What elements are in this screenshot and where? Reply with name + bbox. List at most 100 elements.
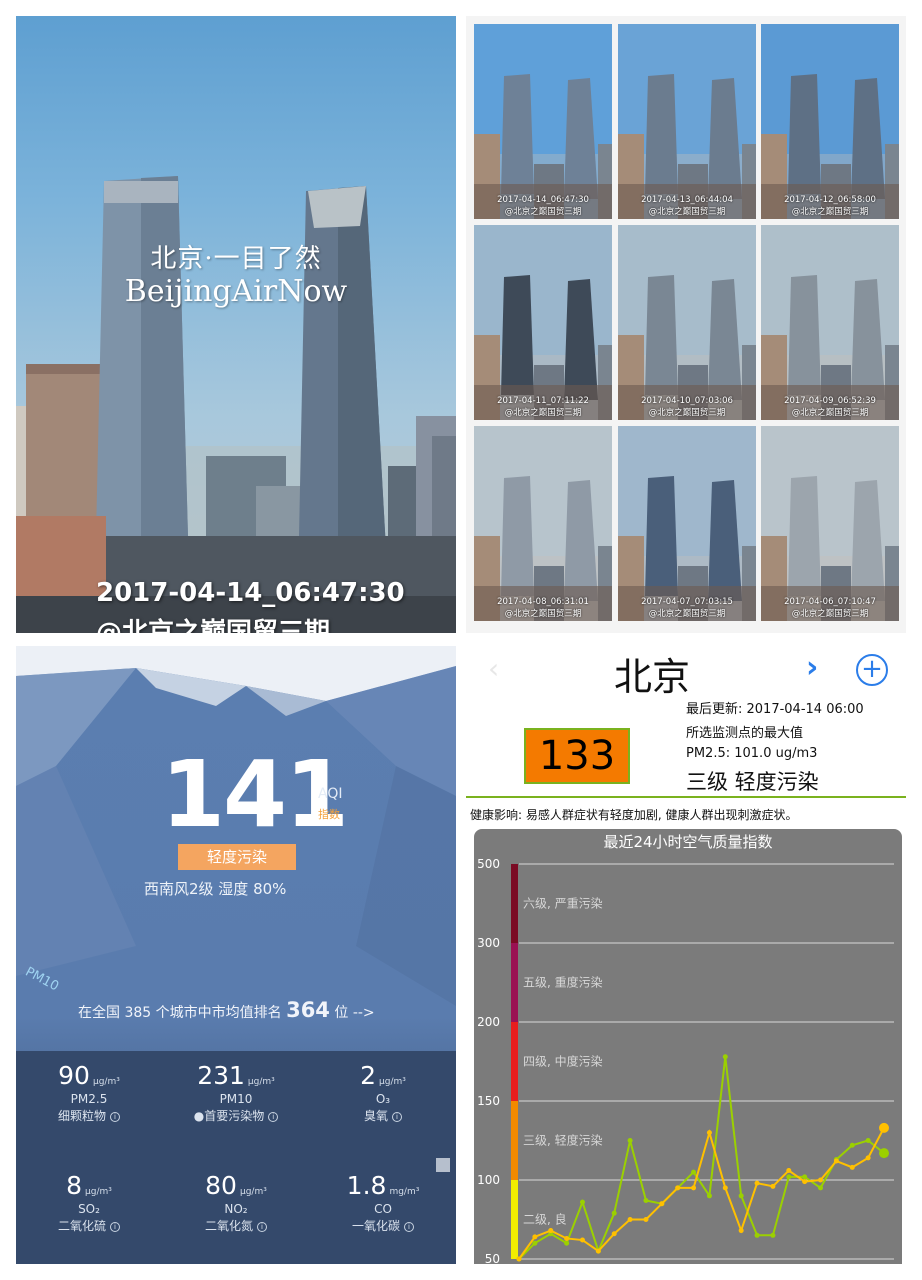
divider <box>466 796 906 798</box>
y-tick-label: 150 <box>477 1094 500 1108</box>
back-arrow-icon[interactable]: ‹ <box>488 652 499 685</box>
data-point <box>754 1232 760 1238</box>
data-point <box>532 1234 538 1240</box>
pollutant-grid: 90 μg/m³ PM2.5 细颗粒物 i 231 μg/m³ PM10 ●首要污染物 i 2 μg/… <box>16 1051 456 1264</box>
data-point <box>833 1158 839 1164</box>
data-point <box>706 1130 712 1136</box>
y-tick-label: 500 <box>477 857 500 871</box>
series-line <box>518 1127 885 1260</box>
ranking-value: 364 <box>286 998 330 1022</box>
thumbnail-skyline <box>618 24 756 219</box>
photo-thumbnail[interactable]: 2017-04-13_06:44:04 @北京之巅国贸三期 <box>618 24 756 219</box>
aqi-label: AQI <box>318 786 343 802</box>
photo-timestamp: 2017-04-14_06:47:30 <box>96 578 405 608</box>
pollutant-cell[interactable]: 231 μg/m³ PM10 ●首要污染物 i <box>163 1061 309 1124</box>
thumbnail-timestamp: 2017-04-06_07:10:47 <box>784 597 876 607</box>
info-icon[interactable]: i <box>392 1112 402 1122</box>
thumbnail-credit: @北京之巅国贸三期 <box>504 408 582 418</box>
city-ranking-link[interactable]: 在全国 385 个城市中市均值排名 364 位 --> <box>78 998 375 1022</box>
menu-icon[interactable] <box>436 1158 450 1172</box>
thumbnail-skyline <box>761 426 899 621</box>
photo-thumbnail[interactable]: 2017-04-08_06:31:01 @北京之巅国贸三期 <box>474 426 612 621</box>
health-impact: 健康影响: 易感人群症状有轻度加剧, 健康人群出现刺激症状。 <box>470 808 798 822</box>
aqi-band <box>511 1180 518 1259</box>
photo-thumbnail[interactable]: 2017-04-12_06:58:00 @北京之巅国贸三期 <box>761 24 899 219</box>
info-icon[interactable]: i <box>404 1222 414 1232</box>
pollutant-name: PM10 <box>219 1092 253 1106</box>
data-point <box>802 1174 808 1180</box>
data-point <box>691 1169 697 1175</box>
band-label: 二级, 良 <box>523 1212 567 1227</box>
pollutant-desc: 二氧化氮 <box>204 1219 253 1233</box>
pollutant-unit: μg/m³ <box>239 1187 267 1197</box>
info-icon[interactable]: i <box>110 1222 120 1232</box>
pollutant-cell[interactable]: 90 μg/m³ PM2.5 细颗粒物 i <box>16 1061 162 1124</box>
data-point <box>879 1122 889 1133</box>
pollutant-cell[interactable]: 2 μg/m³ O₃ 臭氧 i <box>310 1061 456 1124</box>
data-point <box>738 1228 744 1234</box>
skyline-illustration <box>16 176 456 633</box>
data-point <box>865 1138 871 1143</box>
ranking-suffix: 位 --> <box>334 1005 375 1021</box>
thumbnail-skyline <box>618 225 756 420</box>
aqi-band <box>511 1101 518 1180</box>
data-point <box>532 1240 538 1246</box>
data-point <box>611 1231 617 1237</box>
data-point <box>548 1228 554 1234</box>
photo-thumbnail[interactable]: 2017-04-11_07:11:22 @北京之巅国贸三期 <box>474 225 612 420</box>
thumbnail-timestamp: 2017-04-08_06:31:01 <box>497 597 589 607</box>
pm25-reading: PM2.5: 101.0 ug/m3 <box>686 746 818 761</box>
thumbnail-credit: @北京之巅国贸三期 <box>648 207 726 217</box>
thumbnail-skyline <box>474 225 612 420</box>
band-label: 四级, 中度污染 <box>523 1054 603 1069</box>
data-point <box>643 1198 649 1204</box>
photo-thumbnail[interactable]: 2017-04-09_06:52:39 @北京之巅国贸三期 <box>761 225 899 420</box>
pollutant-cell[interactable]: 80 μg/m³ NO₂ 二氧化氮 i <box>163 1171 309 1234</box>
next-city-icon[interactable]: › <box>806 650 818 685</box>
info-icon[interactable]: i <box>268 1112 279 1122</box>
photo-thumbnail[interactable]: 2017-04-14_06:47:30 @北京之巅国贸三期 <box>474 24 612 219</box>
data-point <box>611 1210 617 1216</box>
pollutant-name: PM2.5 <box>70 1092 108 1106</box>
data-point <box>865 1155 871 1161</box>
y-tick-label: 200 <box>477 1015 500 1029</box>
data-point <box>595 1248 601 1254</box>
info-icon[interactable]: i <box>110 1112 120 1122</box>
pollutant-desc: ●首要污染物 <box>193 1109 265 1123</box>
add-city-button[interactable]: + <box>856 654 888 686</box>
data-point <box>675 1185 681 1191</box>
pollutant-desc: 臭氧 <box>363 1109 388 1123</box>
aqi-band <box>511 864 518 943</box>
pollutant-value: 231 <box>197 1061 245 1090</box>
data-point <box>818 1177 824 1183</box>
pollutant-unit: μg/m³ <box>85 1187 112 1197</box>
pollutant-unit: μg/m³ <box>92 1077 120 1087</box>
data-point <box>770 1183 776 1189</box>
data-point <box>818 1185 824 1191</box>
data-point <box>770 1232 776 1238</box>
pollutant-value: 1.8 <box>346 1171 387 1200</box>
max-value-note: 所选监测点的最大值 <box>686 726 804 741</box>
data-point <box>516 1256 522 1262</box>
aqi-24h-chart: 最近24小时空气质量指数 50 100 150 200 300 500 二级, 良三级, 轻… <box>474 829 902 1264</box>
data-point <box>786 1168 792 1174</box>
thumbnail-credit: @北京之巅国贸三期 <box>791 207 869 217</box>
pollutant-desc: 二氧化硫 <box>57 1219 106 1233</box>
thumbnail-skyline <box>618 426 756 621</box>
data-point <box>722 1185 728 1191</box>
pollutant-desc: 一氧化碳 <box>351 1219 400 1233</box>
data-point <box>691 1185 697 1191</box>
aqi-band <box>511 1022 518 1101</box>
data-point <box>659 1201 665 1207</box>
photo-thumbnail[interactable]: 2017-04-07_07:03:15 @北京之巅国贸三期 <box>618 426 756 621</box>
photo-thumbnail[interactable]: 2017-04-06_07:10:47 @北京之巅国贸三期 <box>761 426 899 621</box>
thumbnail-timestamp: 2017-04-13_06:44:04 <box>641 195 733 205</box>
data-point <box>564 1240 570 1246</box>
photo-thumbnail[interactable]: 2017-04-10_07:03:06 @北京之巅国贸三期 <box>618 225 756 420</box>
aqi-sub-label: 指数 <box>318 808 340 821</box>
pollutant-cell[interactable]: 1.8 mg/m³ CO 一氧化碳 i <box>310 1171 456 1234</box>
pollutant-cell[interactable]: 8 μg/m³ SO₂ 二氧化硫 i <box>16 1171 162 1234</box>
thumbnail-credit: @北京之巅国贸三期 <box>791 609 869 619</box>
pollutant-name: O₃ <box>375 1092 391 1106</box>
info-icon[interactable]: i <box>257 1222 267 1232</box>
